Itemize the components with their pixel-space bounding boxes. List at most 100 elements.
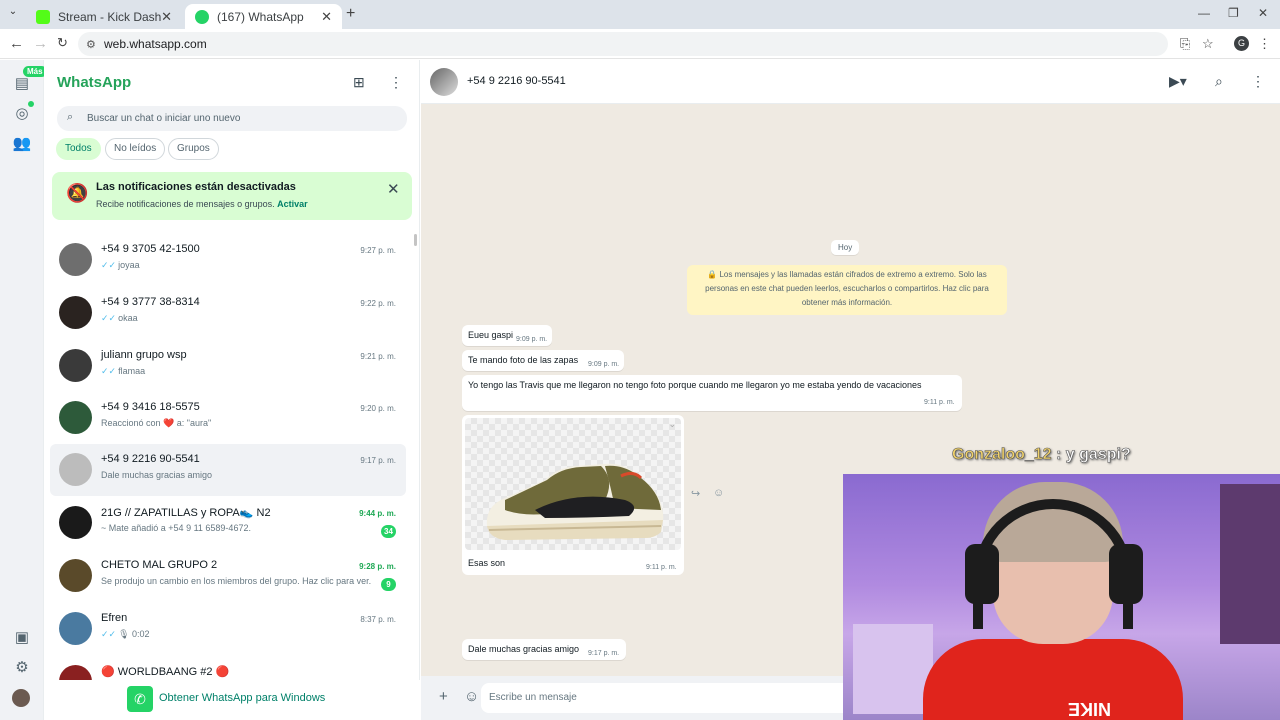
close-tab-icon[interactable]: ✕ xyxy=(161,9,172,25)
message-bubble[interactable]: Te mando foto de las zapas 9:09 p. m. xyxy=(462,350,624,371)
encryption-notice[interactable]: 🔒 Los mensajes y las llamadas están cifr… xyxy=(687,265,1007,315)
settings-gear-icon[interactable]: ⚙ xyxy=(12,658,32,676)
filter-groups[interactable]: Grupos xyxy=(168,138,219,160)
message-bubble[interactable]: Dale muchas gracias amigo 9:17 p. m. xyxy=(462,639,626,660)
preview-text: Reaccionó con ❤️ a: "aura" xyxy=(101,418,212,428)
chat-name: CHETO MAL GRUPO 2 xyxy=(101,559,218,571)
avatar xyxy=(59,401,92,434)
unread-badge: 9 xyxy=(381,578,396,591)
browser-menu-icon[interactable]: ⋮ xyxy=(1258,36,1271,52)
contact-name[interactable]: +54 9 2216 90-5541 xyxy=(467,75,566,87)
chat-list-item[interactable]: +54 9 3416 18-5575 Reaccionó con ❤️ a: "a… xyxy=(50,392,406,444)
preview-text: flamaa xyxy=(118,366,146,376)
message-text: Esas son xyxy=(468,558,506,568)
preview-text: 🎙 0:02 xyxy=(118,629,150,639)
preview-text: okaa xyxy=(118,313,138,323)
restore-icon[interactable]: ❐ xyxy=(1228,6,1239,20)
message-text: Dale muchas gracias amigo xyxy=(468,644,580,654)
message-bubble[interactable]: Eueu gaspi 9:09 p. m. xyxy=(462,325,552,346)
tab-search-icon[interactable]: ⌄ xyxy=(5,6,21,22)
install-app-icon[interactable]: ⎘ xyxy=(1180,36,1190,52)
headphone-cup-right xyxy=(1109,544,1143,604)
menu-icon[interactable]: ⋮ xyxy=(1251,73,1265,90)
tab-kick-dashboard[interactable]: Stream - Kick Dashboard ✕ xyxy=(26,4,182,29)
preview-text: ~ Mate añadió a +54 9 11 6589-4672. xyxy=(101,523,251,533)
emoji-react-icon[interactable]: ☺ xyxy=(713,487,724,499)
chat-list-item[interactable]: Efren ✓✓ 🎙 0:02 8:37 p. m. xyxy=(50,603,406,655)
avatar xyxy=(59,453,92,486)
profile-avatar[interactable]: G xyxy=(1234,36,1249,51)
message-placeholder: Escribe un mensaje xyxy=(489,692,577,703)
chat-time: 9:27 p. m. xyxy=(360,246,396,255)
browser-tab-strip: ⌄ Stream - Kick Dashboard ✕ (167) WhatsA… xyxy=(0,0,1280,29)
close-tab-icon[interactable]: ✕ xyxy=(321,9,332,25)
chat-name: 21G // ZAPATILLAS y ROPA👟 N2 xyxy=(101,507,271,519)
video-call-icon[interactable]: ▶▾ xyxy=(1169,73,1187,90)
chat-time: 9:21 p. m. xyxy=(360,352,396,361)
chat-time: 9:22 p. m. xyxy=(360,299,396,308)
read-ticks-icon: ✓✓ xyxy=(101,629,117,639)
chat-list-item[interactable]: +54 9 3777 38-8314 ✓✓ okaa 9:22 p. m. xyxy=(50,287,406,339)
new-chat-icon[interactable]: ⊞ xyxy=(353,74,365,91)
chat-list-item[interactable]: +54 9 2216 90-5541 Dale muchas gracias am… xyxy=(50,444,406,496)
chat-time: 8:37 p. m. xyxy=(360,615,396,624)
chat-list-item[interactable]: 21G // ZAPATILLAS y ROPA👟 N2 ~ Mate añadi… xyxy=(50,497,406,549)
sticker-emoji-icon[interactable]: ☺ xyxy=(464,688,479,705)
chat-list-item[interactable]: CHETO MAL GRUPO 2 Se produjo un cambio en… xyxy=(50,550,406,602)
url-field[interactable]: ⚙ web.whatsapp.com xyxy=(78,32,1168,56)
tab-title: Stream - Kick Dashboard xyxy=(58,9,162,24)
sneaker-illustration xyxy=(486,463,664,540)
bookmark-star-icon[interactable]: ☆ xyxy=(1202,36,1214,52)
filter-unread[interactable]: No leídos xyxy=(105,138,166,160)
back-icon[interactable]: ← xyxy=(9,35,24,52)
message-time: 9:11 p. m. xyxy=(924,399,955,406)
sneaker-image[interactable] xyxy=(465,418,681,550)
attach-plus-icon[interactable]: + xyxy=(439,688,448,705)
get-windows-app-link[interactable]: ✆ Obtener WhatsApp para Windows xyxy=(44,680,420,720)
chevron-down-icon[interactable]: ⌄ xyxy=(668,419,676,430)
menu-icon[interactable]: ⋮ xyxy=(389,74,403,91)
avatar xyxy=(59,349,92,382)
close-icon[interactable]: ✕ xyxy=(387,180,400,198)
chat-list-item[interactable]: juliann grupo wsp ✓✓ flamaa 9:21 p. m. xyxy=(50,340,406,392)
activate-link[interactable]: Activar xyxy=(277,199,308,209)
message-bubble[interactable]: Yo tengo las Travis que me llegaron no t… xyxy=(462,375,962,411)
tab-title: (167) WhatsApp xyxy=(217,9,304,24)
tab-whatsapp[interactable]: (167) WhatsApp ✕ xyxy=(185,4,342,29)
forward-icon[interactable]: → xyxy=(33,35,48,52)
new-tab-icon[interactable]: + xyxy=(346,5,355,23)
preview-text: Se produjo un cambio en los miembros del… xyxy=(101,576,372,586)
conversation-header[interactable]: +54 9 2216 90-5541 ▶▾ ⌕ ⋮ xyxy=(421,60,1280,104)
reload-icon[interactable]: ↻ xyxy=(57,35,68,51)
image-message[interactable]: ⌄ Esas son 9:11 p. m. xyxy=(462,415,684,575)
contact-avatar[interactable] xyxy=(430,68,458,96)
status-unread-dot xyxy=(28,101,34,107)
close-window-icon[interactable]: ✕ xyxy=(1258,6,1268,20)
scrollbar[interactable] xyxy=(414,234,417,246)
stream-chat-user: Gonzaloo_12 xyxy=(952,446,1052,464)
forward-icon[interactable]: ↪ xyxy=(691,487,700,500)
chat-time: 9:28 p. m. xyxy=(359,562,396,571)
search-input[interactable]: ⌕ Buscar un chat o iniciar uno nuevo xyxy=(57,106,407,131)
whatsapp-favicon-icon xyxy=(195,9,209,24)
search-icon[interactable]: ⌕ xyxy=(1215,73,1223,90)
read-ticks-icon: ✓✓ xyxy=(101,366,117,376)
site-info-icon[interactable]: ⚙ xyxy=(86,38,96,51)
filter-all[interactable]: Todos xyxy=(56,138,101,160)
background-table xyxy=(853,624,933,714)
preview-text: Dale muchas gracias amigo xyxy=(101,470,213,480)
communities-icon[interactable]: 👥 xyxy=(12,134,32,152)
minimize-icon[interactable]: — xyxy=(1198,6,1210,20)
chat-list-item[interactable]: +54 9 3705 42-1500 ✓✓ joyaa 9:27 p. m. xyxy=(50,234,406,286)
chat-preview: Reaccionó con ❤️ a: "aura" xyxy=(101,418,381,429)
chat-name: +54 9 3777 38-8314 xyxy=(101,296,200,308)
chat-time: 9:17 p. m. xyxy=(360,456,396,465)
preview-text: joyaa xyxy=(118,260,140,270)
url-text: web.whatsapp.com xyxy=(104,37,207,51)
user-avatar[interactable] xyxy=(12,689,30,707)
notifications-banner[interactable]: 🔕 Las notificaciones están desactivadas … xyxy=(52,172,412,220)
message-time: 9:09 p. m. xyxy=(588,361,620,368)
avatar xyxy=(59,506,92,539)
stream-chat-message: Gonzaloo_12 : y gaspi? xyxy=(952,446,1131,464)
media-icon[interactable]: ▣ xyxy=(12,628,32,646)
